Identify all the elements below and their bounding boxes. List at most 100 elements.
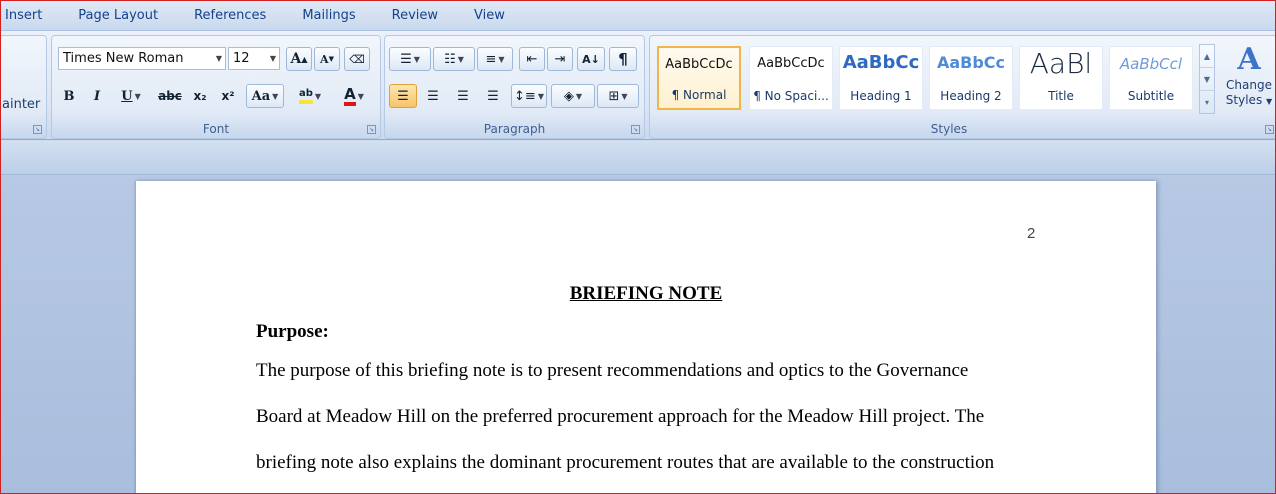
- justify-button[interactable]: ☰: [479, 84, 507, 108]
- style-sample: AaBbCcl: [1119, 55, 1183, 73]
- align-left-icon: ☰: [397, 88, 409, 104]
- font-family-value: Times New Roman: [63, 51, 184, 66]
- chevron-down-icon: ▼: [269, 54, 276, 63]
- tab-references[interactable]: References: [176, 1, 284, 30]
- font-size-value: 12: [233, 51, 250, 66]
- italic-button[interactable]: I: [86, 84, 108, 108]
- style-name: Title: [1048, 89, 1074, 103]
- format-painter-button[interactable]: ainter: [2, 97, 40, 112]
- grow-font-icon: A: [290, 51, 302, 67]
- shrink-font-button[interactable]: A ▼: [314, 47, 340, 71]
- increase-indent-icon: ⇥: [554, 51, 566, 67]
- change-case-icon: Aa: [251, 88, 271, 104]
- styles-gallery-scroll[interactable]: ▲ ▼ ▾: [1199, 44, 1215, 114]
- style-no-spacing[interactable]: AaBbCcDc ¶ No Spaci...: [749, 46, 833, 110]
- increase-indent-button[interactable]: ⇥: [547, 47, 573, 71]
- strikethrough-button[interactable]: abc: [156, 84, 184, 108]
- border-grid-icon: ⊞: [608, 88, 620, 104]
- show-hide-marks-button[interactable]: ¶: [609, 47, 637, 71]
- scroll-down-icon[interactable]: ▼: [1200, 68, 1214, 91]
- style-name: Subtitle: [1127, 89, 1175, 103]
- decrease-indent-button[interactable]: ⇤: [519, 47, 545, 71]
- underline-icon: U: [121, 88, 133, 104]
- style-sample: AaBbCc: [842, 52, 920, 73]
- font-size-select[interactable]: 12 ▼: [228, 47, 280, 70]
- superscript-button[interactable]: x²: [216, 84, 240, 108]
- bullets-button[interactable]: ☰ ▼: [389, 47, 431, 71]
- body-line: Board at Meadow Hill on the preferred pr…: [256, 406, 985, 427]
- paragraph-group-label: Paragraph: [483, 122, 546, 136]
- numbering-button[interactable]: ☷ ▼: [433, 47, 475, 71]
- chevron-down-icon: ▼: [1266, 97, 1273, 106]
- word-window: Insert Page Layout References Mailings R…: [0, 0, 1276, 494]
- paint-bucket-icon: ◈: [563, 88, 574, 104]
- line-spacing-button[interactable]: ↕≡ ▼: [511, 84, 547, 108]
- tab-view[interactable]: View: [456, 1, 523, 30]
- multilevel-list-button[interactable]: ≡ ▼: [477, 47, 513, 71]
- ribbon-tab-bar: Insert Page Layout References Mailings R…: [1, 1, 1275, 30]
- align-right-icon: ☰: [457, 88, 469, 104]
- tab-mailings[interactable]: Mailings: [284, 1, 373, 30]
- font-group: Times New Roman ▼ 12 ▼ A ▲ A ▼ ⌫ B I U ▼ ab…: [51, 35, 381, 139]
- align-right-button[interactable]: ☰: [449, 84, 477, 108]
- underline-button[interactable]: U ▼: [114, 84, 148, 108]
- grow-font-button[interactable]: A ▲: [286, 47, 312, 71]
- style-name: ¶ Normal: [671, 88, 727, 102]
- scroll-up-icon[interactable]: ▲: [1200, 45, 1214, 68]
- line-spacing-icon: ↕≡: [514, 88, 536, 104]
- change-styles-button[interactable]: A Change Styles ▼: [1220, 42, 1275, 109]
- bold-button[interactable]: B: [58, 84, 80, 108]
- font-group-label: Font: [202, 122, 230, 136]
- section-heading: Purpose:: [256, 321, 329, 342]
- multilevel-list-icon: ≡: [485, 51, 497, 67]
- body-line: The purpose of this briefing note is to …: [256, 360, 969, 381]
- numbered-list-icon: ☷: [444, 51, 456, 67]
- styles-launcher-icon[interactable]: ↘: [1265, 125, 1274, 134]
- justify-icon: ☰: [487, 88, 499, 104]
- tab-page-layout[interactable]: Page Layout: [60, 1, 176, 30]
- tab-insert[interactable]: Insert: [1, 1, 60, 30]
- style-sample: AaBbCc: [936, 53, 1006, 72]
- style-heading-2[interactable]: AaBbCc Heading 2: [929, 46, 1013, 110]
- document-title: BRIEFING NOTE: [569, 283, 723, 304]
- subscript-button[interactable]: x₂: [188, 84, 212, 108]
- styles-group-label: Styles: [930, 122, 968, 136]
- clipboard-launcher-icon[interactable]: ↘: [33, 125, 42, 134]
- ruler-area: [1, 141, 1275, 175]
- decrease-indent-icon: ⇤: [526, 51, 538, 67]
- ribbon: ainter ↘ Times New Roman ▼ 12 ▼ A ▲ A ▼ ⌫ …: [1, 30, 1275, 140]
- style-sample: AaBbCcDc: [757, 56, 825, 71]
- clear-formatting-button[interactable]: ⌫: [344, 47, 370, 71]
- paragraph-launcher-icon[interactable]: ↘: [631, 125, 640, 134]
- font-family-select[interactable]: Times New Roman ▼: [58, 47, 226, 70]
- sort-button[interactable]: A↓: [577, 47, 605, 71]
- font-launcher-icon[interactable]: ↘: [367, 125, 376, 134]
- paragraph-group: ☰ ▼ ☷ ▼ ≡ ▼ ⇤ ⇥ A↓ ¶ ☰ ☰ ☰ ☰ ↕≡ ▼ ◈ ▼ ⊞ ▼ Para…: [384, 35, 645, 139]
- align-center-icon: ☰: [427, 88, 439, 104]
- change-styles-icon: A: [1237, 42, 1261, 77]
- align-center-button[interactable]: ☰: [419, 84, 447, 108]
- style-normal[interactable]: AaBbCcDc ¶ Normal: [657, 46, 741, 110]
- style-heading-1[interactable]: AaBbCc Heading 1: [839, 46, 923, 110]
- chevron-down-icon: ▼: [215, 54, 222, 63]
- document-page[interactable]: 2 BRIEFING NOTE Purpose: The purpose of …: [136, 181, 1156, 493]
- highlighter-icon: ab: [298, 88, 313, 104]
- tab-review[interactable]: Review: [374, 1, 456, 30]
- page-number: 2: [1027, 225, 1036, 242]
- change-case-button[interactable]: Aa ▼: [246, 84, 284, 108]
- font-color-icon: A: [344, 86, 356, 106]
- style-title[interactable]: AaBl Title: [1019, 46, 1103, 110]
- style-subtitle[interactable]: AaBbCcl Subtitle: [1109, 46, 1193, 110]
- align-left-button[interactable]: ☰: [389, 84, 417, 108]
- text-highlight-button[interactable]: ab ▼: [290, 84, 330, 108]
- clipboard-group: ainter ↘: [1, 35, 47, 139]
- body-line: briefing note also explains the dominant…: [256, 452, 995, 473]
- font-color-button[interactable]: A ▼: [334, 84, 374, 108]
- eraser-icon: ⌫: [349, 52, 365, 66]
- borders-button[interactable]: ⊞ ▼: [597, 84, 639, 108]
- shading-button[interactable]: ◈ ▼: [551, 84, 595, 108]
- style-sample: AaBl: [1029, 47, 1093, 80]
- shrink-font-icon: A: [320, 52, 329, 66]
- style-name: Heading 2: [940, 89, 1002, 103]
- gallery-more-icon[interactable]: ▾: [1200, 91, 1214, 114]
